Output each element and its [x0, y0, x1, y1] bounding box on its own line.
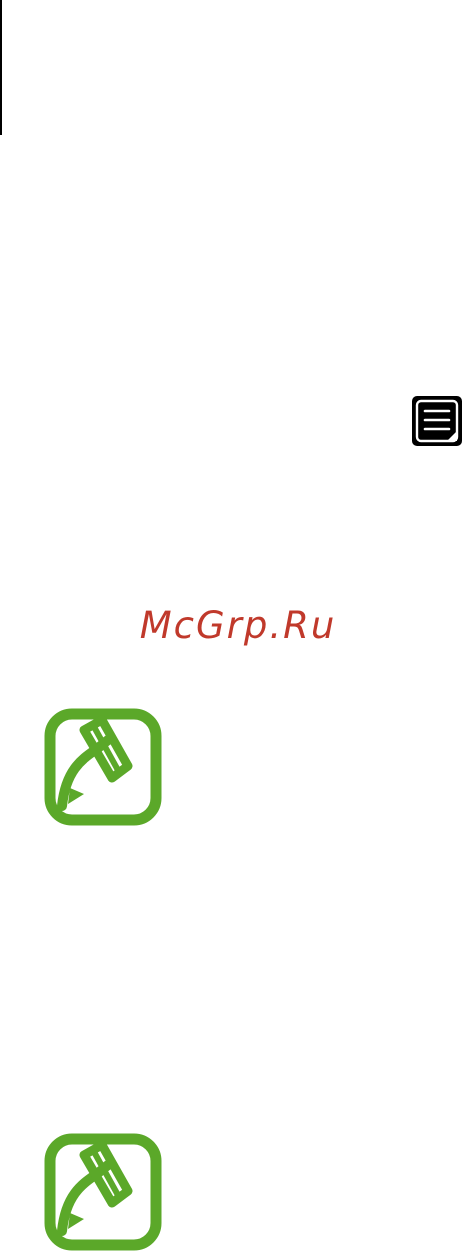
menu-key-icon: [411, 395, 463, 447]
note-pencil-icon: [44, 1133, 162, 1251]
watermark-text: McGrp.Ru: [139, 604, 337, 647]
note-pencil-icon: [44, 708, 162, 826]
page-margin-rule: [0, 0, 2, 135]
